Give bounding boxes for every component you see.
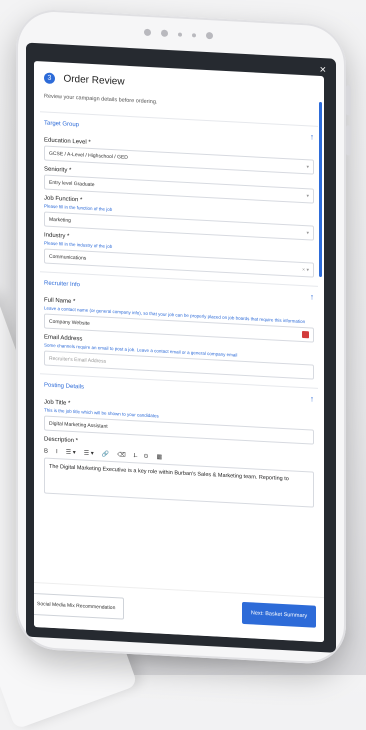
arrow-up-icon[interactable]: ↑ [310,394,314,403]
input-value: Digital Marketing Assistant [49,420,108,430]
input-placeholder: Recruiter's Email Address [49,355,107,365]
bullet-list-button[interactable]: ☰ ▾ [66,449,76,457]
close-icon[interactable]: × [320,64,326,76]
sensor-dot [192,32,196,37]
scrollbar[interactable] [319,101,322,278]
page-title: Order Review [63,73,125,88]
back-button[interactable]: Social Media Mix Recommendation [34,592,125,620]
preview-icon[interactable]: ⊙ [143,453,148,460]
link-icon[interactable]: 🔗 [102,450,109,457]
camera-bar [144,28,213,40]
numbered-list-button[interactable]: ☰ ▾ [84,450,94,458]
chevron-down-icon: × ▾ [302,266,309,273]
arrow-up-icon[interactable]: ↑ [310,132,314,141]
sensor-dot [144,28,151,37]
bold-button[interactable]: B [44,448,48,454]
table-icon[interactable]: ▦ [156,453,162,460]
order-review-modal: 3 Order Review Review your campaign deta… [34,60,324,643]
select-value: Marketing [49,216,71,224]
select-value: Communications [49,253,87,262]
select-value: Entry level Graduate [49,179,95,188]
section-title: Recruiter Info [44,279,81,288]
step-badge: 3 [44,72,55,85]
modal-header: 3 Order Review Review your campaign deta… [34,61,324,118]
input-value: Company Website [49,318,90,327]
email-field: Email Address Some channels require an e… [40,334,318,380]
posting-details-section: Posting Details ↑ Job Title * This is th… [40,373,318,508]
chevron-down-icon: ▾ [306,163,309,170]
chevron-down-icon: ▾ [306,229,309,236]
chevron-down-icon: ▾ [306,192,309,199]
italic-button[interactable]: I [56,449,58,455]
password-manager-icon[interactable] [302,330,309,339]
section-title: Posting Details [44,381,85,391]
recruiter-info-section: Recruiter Info ↑ Full Name * Leave a con… [40,271,318,380]
page-subtitle: Review your campaign details before orde… [44,93,158,106]
modal-footer: Social Media Mix Recommendation Next: Ba… [34,581,324,643]
sensor-dot [178,31,182,37]
target-group-section: Target Group ↑ Education Level * GCSE / … [40,111,318,278]
power-button [346,125,351,156]
tablet-device: × 3 Order Review Review your campaign de… [16,8,351,666]
sensor-dot [161,29,168,37]
tablet-screen: × 3 Order Review Review your campaign de… [26,42,336,653]
select-value: GCSE / A-Level / Highschool / GED [49,150,128,161]
next-button[interactable]: Next: Basket Summary [242,601,316,628]
volume-button [346,85,351,116]
section-title: Target Group [44,119,80,128]
clear-format-icon[interactable]: I̶ [134,453,136,459]
arrow-up-icon[interactable]: ↑ [310,292,314,301]
industry-field: Industry * Please fill in the industry o… [40,232,318,278]
unlink-icon[interactable]: ⌫ [117,451,125,458]
camera-dot [206,31,213,40]
